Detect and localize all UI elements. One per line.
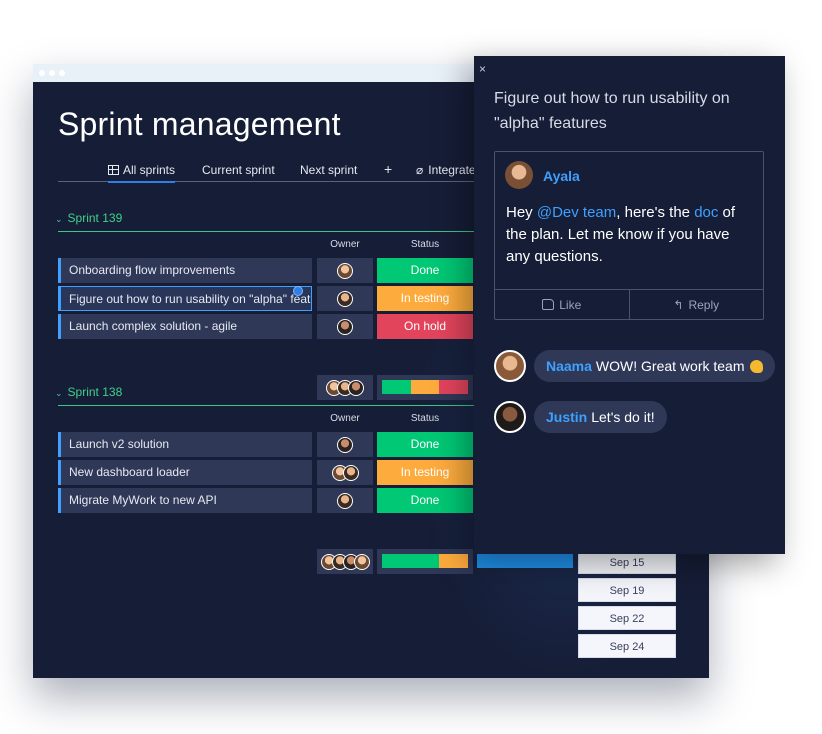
update-post: Ayala Hey @Dev team, here's the doc of t… [494,151,764,320]
avatar [337,318,353,335]
status-cell[interactable]: On hold [377,314,473,339]
owner-summary [317,549,373,574]
date-cell[interactable]: Sep 24 [578,634,676,658]
reply-item: Justin Let's do it! [494,400,667,434]
flexed-biceps-icon [749,360,763,373]
timeline-bar [477,554,573,568]
cursor-icon [293,286,303,296]
like-button[interactable]: Like [495,290,629,319]
board-tabs: All sprints Current sprint Next sprint +… [58,160,518,183]
item-name[interactable]: Figure out how to run usability on "alph… [58,286,312,311]
reply-author[interactable]: Justin [546,409,587,425]
owner-cell[interactable] [317,314,373,339]
window-dot-icon[interactable] [59,70,65,76]
window-dot-icon[interactable] [39,70,45,76]
post-author[interactable]: Ayala [543,168,580,184]
done-segment [382,380,411,394]
tab-all-sprints[interactable]: All sprints [108,163,176,183]
group-header-sprint-138[interactable]: ⌄ Sprint 138 [55,385,122,399]
mention-link[interactable]: @Dev team [537,204,616,221]
status-distribution [382,554,468,568]
chevron-down-icon: ⌄ [55,214,63,224]
owner-cell[interactable] [317,286,373,311]
reply-author[interactable]: Naama [546,358,592,374]
window-dot-icon[interactable] [49,70,55,76]
group-divider [58,231,488,232]
owner-cell[interactable] [317,488,373,513]
avatar-stack [320,553,370,570]
reply-item: Naama WOW! Great work team [494,349,775,383]
status-cell[interactable]: In testing [377,286,473,311]
avatar [337,262,353,279]
hold-segment [439,380,469,394]
close-icon[interactable]: × [479,62,486,76]
avatar [348,379,364,396]
thumbs-up-icon [542,299,555,310]
tab-next-sprint[interactable]: Next sprint [300,163,357,177]
status-cell[interactable]: Done [377,488,473,513]
status-summary-bar [377,375,473,400]
item-name[interactable]: Migrate MyWork to new API [58,488,312,513]
avatar [337,492,353,509]
plug-icon: ⌀ [416,163,424,177]
testing-segment [410,380,440,394]
item-name[interactable]: Launch complex solution - agile [58,314,312,339]
status-cell[interactable]: In testing [377,460,473,485]
tab-current-sprint[interactable]: Current sprint [202,163,275,177]
owner-cell[interactable] [317,460,373,485]
group-divider [58,405,488,406]
post-actions: Like ↰ Reply [495,289,763,319]
add-tab-button[interactable]: + [384,161,392,177]
avatar [494,401,526,433]
done-segment [382,554,440,568]
group-header-sprint-139[interactable]: ⌄ Sprint 139 [55,211,122,225]
avatar-stack [331,464,359,481]
item-name[interactable]: Onboarding flow improvements [58,258,312,283]
date-cell[interactable]: Sep 22 [578,606,676,630]
column-header-status: Status [410,239,440,250]
owner-summary [317,375,373,400]
date-cell[interactable]: Sep 19 [578,578,676,602]
reply-arrow-icon: ↰ [673,297,684,312]
table-icon [108,165,119,175]
avatar [505,161,533,189]
post-body: Hey @Dev team, here's the doc of the pla… [506,204,736,265]
chevron-down-icon: ⌄ [55,388,63,398]
tab-integrate[interactable]: ⌀ Integrate [416,163,476,177]
avatar [342,464,359,481]
reply-button[interactable]: ↰ Reply [628,290,764,319]
avatar [337,290,353,307]
avatar-stack [326,379,364,396]
avatar [494,350,526,382]
item-name[interactable]: New dashboard loader [58,460,312,485]
status-cell[interactable]: Done [377,258,473,283]
board-title: Sprint management [58,106,341,142]
testing-segment [439,554,468,568]
item-name[interactable]: Launch v2 solution [58,432,312,457]
column-header-owner: Owner [330,413,360,424]
reply-bubble: Naama WOW! Great work team [534,350,775,382]
avatar [353,553,370,570]
reply-bubble: Justin Let's do it! [534,401,667,433]
avatar [337,436,353,453]
status-distribution [382,380,469,394]
status-summary-bar [377,549,473,574]
column-header-status: Status [410,413,440,424]
item-updates-panel: × Figure out how to run usability on "al… [474,56,785,554]
panel-title: Figure out how to run usability on "alph… [494,90,730,132]
status-cell[interactable]: Done [377,432,473,457]
owner-cell[interactable] [317,432,373,457]
doc-link[interactable]: doc [694,204,718,221]
column-header-owner: Owner [330,239,360,250]
owner-cell[interactable] [317,258,373,283]
